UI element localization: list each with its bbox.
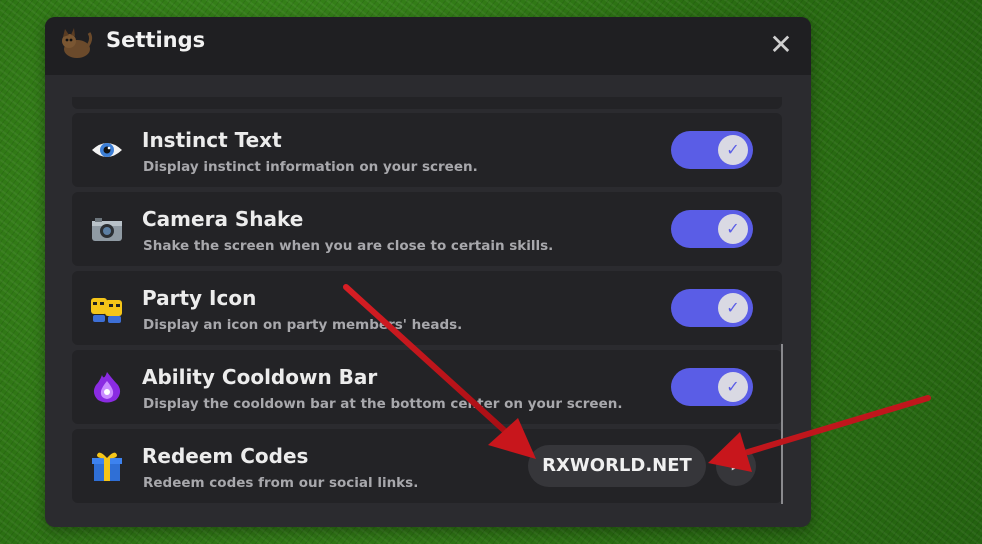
check-icon: ✓	[718, 214, 748, 244]
purple-flame-icon	[93, 372, 121, 403]
eye-icon	[92, 143, 122, 157]
redeem-code-field[interactable]: RXWORLD.NET	[528, 445, 706, 487]
setting-title: Ability Cooldown Bar	[142, 365, 378, 389]
setting-description: Display the cooldown bar at the bottom c…	[143, 396, 623, 412]
setting-description: Display an icon on party members' heads.	[143, 317, 463, 333]
party-icon	[91, 298, 122, 323]
setting-row-party-icon: Party Icon Display an icon on party memb…	[72, 271, 782, 345]
check-icon: ✓	[718, 372, 748, 402]
ability-cooldown-bar-toggle[interactable]: ✓	[671, 368, 753, 406]
camera-icon	[92, 218, 122, 241]
scrollbar[interactable]	[781, 344, 783, 504]
setting-description: Shake the screen when you are close to c…	[143, 238, 554, 254]
title-bar: Settings ✕	[45, 17, 811, 75]
setting-row-camera-shake: Camera Shake Shake the screen when you a…	[72, 192, 782, 266]
setting-description: Redeem codes from our social links.	[143, 475, 419, 491]
check-icon: ✓	[718, 135, 748, 165]
check-icon: ✓	[718, 293, 748, 323]
window-title: Settings	[106, 28, 206, 52]
gift-icon	[92, 452, 122, 481]
setting-row-redeem-codes: Redeem Codes Redeem codes from our socia…	[72, 429, 782, 503]
party-icon-toggle[interactable]: ✓	[671, 289, 753, 327]
setting-row-instinct-text: Instinct Text Display instinct informati…	[72, 113, 782, 187]
setting-title: Party Icon	[142, 286, 257, 310]
cat-logo-icon	[62, 28, 93, 58]
list-item-partial	[72, 97, 782, 109]
setting-title: Camera Shake	[142, 207, 304, 231]
setting-title: Redeem Codes	[142, 444, 309, 468]
camera-shake-toggle[interactable]: ✓	[671, 210, 753, 248]
setting-row-ability-cooldown-bar: Ability Cooldown Bar Display the cooldow…	[72, 350, 782, 424]
settings-window: Settings ✕ Instinct Text Display instinc…	[45, 17, 811, 527]
redeem-submit-button[interactable]: ▶	[716, 446, 756, 486]
setting-title: Instinct Text	[142, 128, 282, 152]
instinct-text-toggle[interactable]: ✓	[671, 131, 753, 169]
setting-description: Display instinct information on your scr…	[143, 159, 478, 175]
redeem-code-value: RXWORLD.NET	[542, 455, 692, 476]
close-button[interactable]: ✕	[767, 31, 795, 59]
settings-list[interactable]: Instinct Text Display instinct informati…	[72, 97, 784, 507]
